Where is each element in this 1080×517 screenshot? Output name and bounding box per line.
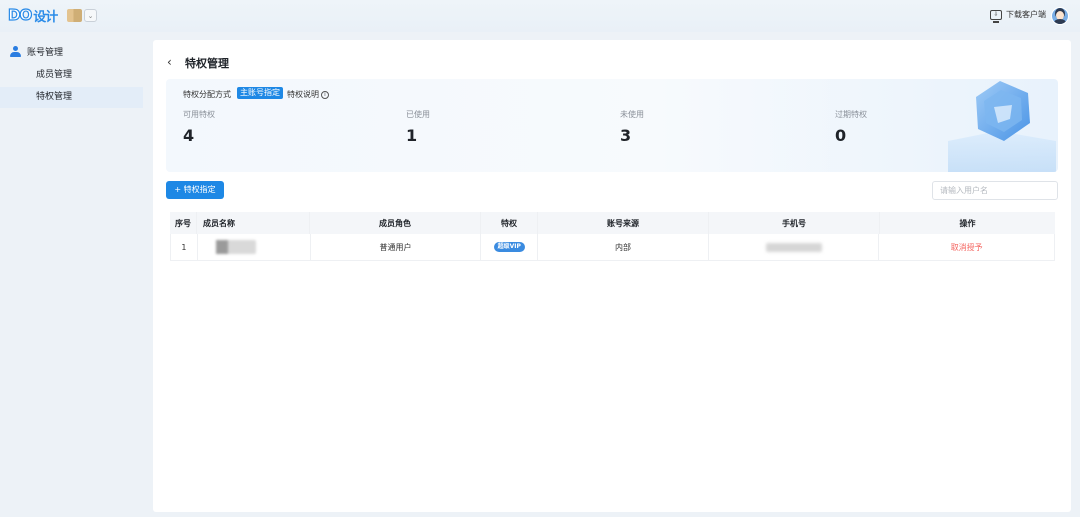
blurred-phone-number (765, 242, 822, 252)
column-header-source: 账号来源 (538, 212, 709, 234)
stat-available-label: 可用特权 (183, 110, 215, 119)
stat-unused-value: 3 (620, 126, 632, 145)
allocation-mode-tag: 主账号指定 (237, 87, 283, 99)
download-arrow-glyph: ⇩ (993, 10, 999, 18)
sidebar-item-privileges[interactable]: 特权管理 (0, 87, 143, 108)
stat-used-value: 1 (406, 126, 418, 145)
stat-available-value: 4 (183, 126, 195, 145)
sidebar: 账号管理 成员管理 特权管理 (0, 32, 143, 517)
stat-expired-value: 0 (835, 126, 847, 145)
stat-used-label: 已使用 (406, 110, 430, 119)
assign-privilege-button[interactable]: + 特权指定 (166, 181, 224, 199)
vip-badge: 超级VIP (493, 242, 525, 252)
team-switch-button[interactable]: ⌄ (84, 9, 97, 22)
monitor-download-icon: ⇩ (990, 9, 1002, 23)
column-header-privilege: 特权 (481, 212, 538, 234)
app-logo[interactable]: DO 设计 (7, 5, 58, 25)
username-search-input[interactable] (932, 181, 1058, 200)
gem-illustration (948, 81, 1056, 172)
page-title: 特权管理 (185, 57, 229, 70)
download-client-button[interactable]: ⇩ 下载客户端 (990, 9, 1046, 23)
privilege-info-link[interactable]: 特权说明 i (287, 89, 329, 100)
stat-unused-label: 未使用 (620, 110, 644, 119)
table-header: 序号 成员名称 成员角色 特权 账号来源 手机号 操作 (170, 212, 1055, 234)
row-privilege: 超级VIP (481, 234, 539, 260)
top-bar: DO 设计 ⌄ ⇩ 下载客户端 (0, 0, 1080, 32)
main-panel: ‹ 特权管理 特权分配方式 主账号指定 特权说明 i 可用特权 4 已使用 1 … (153, 40, 1071, 512)
privilege-info-label: 特权说明 (287, 90, 319, 99)
user-avatar[interactable] (1051, 7, 1069, 25)
download-client-label: 下载客户端 (1006, 10, 1046, 19)
row-member-name (198, 234, 311, 260)
logo-do-text: DO (7, 5, 32, 24)
team-avatar[interactable] (67, 9, 82, 22)
blurred-member-name (209, 240, 256, 254)
sidebar-item-label: 特权管理 (36, 92, 73, 102)
sidebar-group-label: 账号管理 (27, 48, 64, 58)
privilege-table: 序号 成员名称 成员角色 特权 账号来源 手机号 操作 1 普通用户 超级VIP… (170, 212, 1055, 261)
logo-cn-text: 设计 (33, 9, 58, 25)
column-header-member-name: 成员名称 (197, 212, 310, 234)
table-row: 1 普通用户 超级VIP 内部 取消授予 (170, 234, 1055, 261)
row-phone (709, 234, 880, 260)
column-header-index: 序号 (170, 212, 197, 234)
row-action: 取消授予 (879, 234, 1054, 260)
row-source: 内部 (538, 234, 709, 260)
column-header-role: 成员角色 (310, 212, 481, 234)
back-icon[interactable]: ‹ (167, 56, 172, 68)
sidebar-item-members[interactable]: 成员管理 (0, 65, 143, 86)
info-icon: i (321, 90, 329, 99)
chevron-down-icon: ⌄ (87, 11, 94, 20)
person-icon (10, 46, 21, 57)
row-role: 普通用户 (311, 234, 482, 260)
sidebar-item-label: 成员管理 (36, 70, 73, 80)
sidebar-group-account[interactable]: 账号管理 (10, 45, 63, 58)
privilege-summary-banner: 特权分配方式 主账号指定 特权说明 i 可用特权 4 已使用 1 未使用 3 过… (166, 79, 1058, 172)
column-header-action: 操作 (959, 218, 976, 228)
cancel-grant-link[interactable]: 取消授予 (951, 242, 983, 253)
stat-expired-label: 过期特权 (835, 110, 867, 119)
allocation-label: 特权分配方式 (183, 90, 231, 99)
column-header-phone: 手机号 (709, 212, 880, 234)
row-index: 1 (171, 234, 198, 260)
